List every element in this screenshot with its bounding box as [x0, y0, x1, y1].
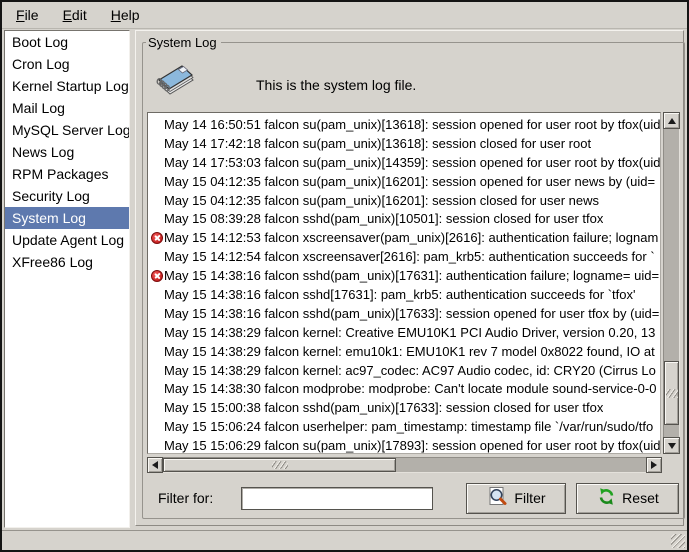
- log-list: May 14 16:50:51 falcon su(pam_unix)[1361…: [147, 112, 661, 454]
- log-row[interactable]: May 15 14:12:53 falcon xscreensaver(pam_…: [148, 228, 660, 247]
- log-header: This is the system log file.: [146, 50, 681, 112]
- sidebar-item-kernel-startup-log[interactable]: Kernel Startup Log: [5, 75, 129, 97]
- menu-file[interactable]: File: [4, 2, 51, 28]
- sidebar-item-mail-log[interactable]: Mail Log: [5, 97, 129, 119]
- log-row[interactable]: May 15 15:00:38 falcon sshd(pam_unix)[17…: [148, 398, 660, 417]
- log-row[interactable]: May 15 15:06:24 falcon userhelper: pam_t…: [148, 417, 660, 436]
- vertical-scroll-trough[interactable]: [663, 129, 680, 437]
- log-row[interactable]: May 15 04:12:35 falcon su(pam_unix)[1620…: [148, 172, 660, 191]
- sidebar-item-security-log[interactable]: Security Log: [5, 185, 129, 207]
- log-row[interactable]: May 15 14:12:54 falcon xscreensaver[2616…: [148, 247, 660, 266]
- log-row[interactable]: May 15 14:38:30 falcon modprobe: modprob…: [148, 379, 660, 398]
- system-log-groupbox: System Log: [142, 35, 685, 519]
- status-bar: [2, 530, 687, 550]
- sidebar-item-news-log[interactable]: News Log: [5, 141, 129, 163]
- magnifier-document-icon: [487, 486, 508, 510]
- thumb-grip: [272, 461, 288, 469]
- log-row[interactable]: May 15 14:38:16 falcon sshd(pam_unix)[17…: [148, 304, 660, 323]
- sidebar-item-update-agent-log[interactable]: Update Agent Log: [5, 229, 129, 251]
- resize-grip[interactable]: [671, 534, 685, 548]
- horizontal-scrollbar: [147, 457, 662, 473]
- notebook-icon: [150, 58, 196, 107]
- log-row[interactable]: May 15 14:38:16 falcon sshd[17631]: pam_…: [148, 285, 660, 304]
- filter-label: Filter for:: [158, 490, 213, 506]
- log-row[interactable]: May 15 04:12:35 falcon su(pam_unix)[1620…: [148, 191, 660, 210]
- log-category-list: Boot Log Cron Log Kernel Startup Log Mai…: [4, 30, 130, 528]
- log-row[interactable]: May 15 14:38:16 falcon sshd(pam_unix)[17…: [148, 266, 660, 285]
- triangle-down-icon: [668, 443, 676, 449]
- triangle-left-icon: [152, 461, 158, 469]
- sidebar-item-system-log[interactable]: System Log: [5, 207, 129, 229]
- log-row[interactable]: May 15 15:06:29 falcon su(pam_unix)[1789…: [148, 436, 660, 454]
- red-x-circle-icon: [151, 232, 163, 244]
- triangle-up-icon: [668, 118, 676, 124]
- vertical-scroll-thumb[interactable]: [664, 361, 679, 425]
- green-refresh-arrows-icon: [597, 487, 616, 509]
- thumb-grip: [666, 389, 678, 398]
- sidebar-item-mysql-server-log[interactable]: MySQL Server Log: [5, 119, 129, 141]
- menu-edit[interactable]: Edit: [51, 2, 99, 28]
- scroll-up-button[interactable]: [663, 112, 680, 129]
- menu-bar: File Edit Help: [2, 2, 687, 29]
- vertical-scrollbar: [663, 112, 680, 454]
- scroll-down-button[interactable]: [663, 437, 680, 454]
- sidebar-item-boot-log[interactable]: Boot Log: [5, 31, 129, 53]
- reset-button[interactable]: Reset: [576, 483, 679, 514]
- log-description: This is the system log file.: [256, 77, 416, 93]
- triangle-right-icon: [651, 461, 657, 469]
- horizontal-scroll-thumb[interactable]: [163, 458, 396, 472]
- scroll-right-button[interactable]: [646, 457, 662, 473]
- groupbox-title: System Log: [146, 35, 221, 50]
- scroll-left-button[interactable]: [147, 457, 163, 473]
- red-x-circle-icon: [151, 270, 163, 282]
- main-panel: System Log: [135, 30, 684, 526]
- sidebar-item-xfree86-log[interactable]: XFree86 Log: [5, 251, 129, 273]
- filter-button[interactable]: Filter: [466, 483, 566, 514]
- log-row[interactable]: May 15 14:38:29 falcon kernel: emu10k1: …: [148, 342, 660, 361]
- horizontal-scroll-trough[interactable]: [163, 457, 646, 473]
- log-area: May 14 16:50:51 falcon su(pam_unix)[1361…: [147, 112, 680, 454]
- log-row[interactable]: May 15 14:38:29 falcon kernel: ac97_code…: [148, 361, 660, 380]
- log-viewer-window: File Edit Help Boot Log Cron Log Kernel …: [0, 0, 689, 552]
- log-row[interactable]: May 14 17:53:03 falcon su(pam_unix)[1435…: [148, 153, 660, 172]
- sidebar-item-rpm-packages[interactable]: RPM Packages: [5, 163, 129, 185]
- log-row[interactable]: May 14 16:50:51 falcon su(pam_unix)[1361…: [148, 115, 660, 134]
- log-row[interactable]: May 15 08:39:28 falcon sshd(pam_unix)[10…: [148, 209, 660, 228]
- menu-help[interactable]: Help: [99, 2, 152, 28]
- filter-input[interactable]: [241, 487, 433, 510]
- log-row[interactable]: May 14 17:42:18 falcon su(pam_unix)[1361…: [148, 134, 660, 153]
- filter-row: Filter for: Filter: [158, 482, 679, 514]
- log-row[interactable]: May 15 14:38:29 falcon kernel: Creative …: [148, 323, 660, 342]
- sidebar-item-cron-log[interactable]: Cron Log: [5, 53, 129, 75]
